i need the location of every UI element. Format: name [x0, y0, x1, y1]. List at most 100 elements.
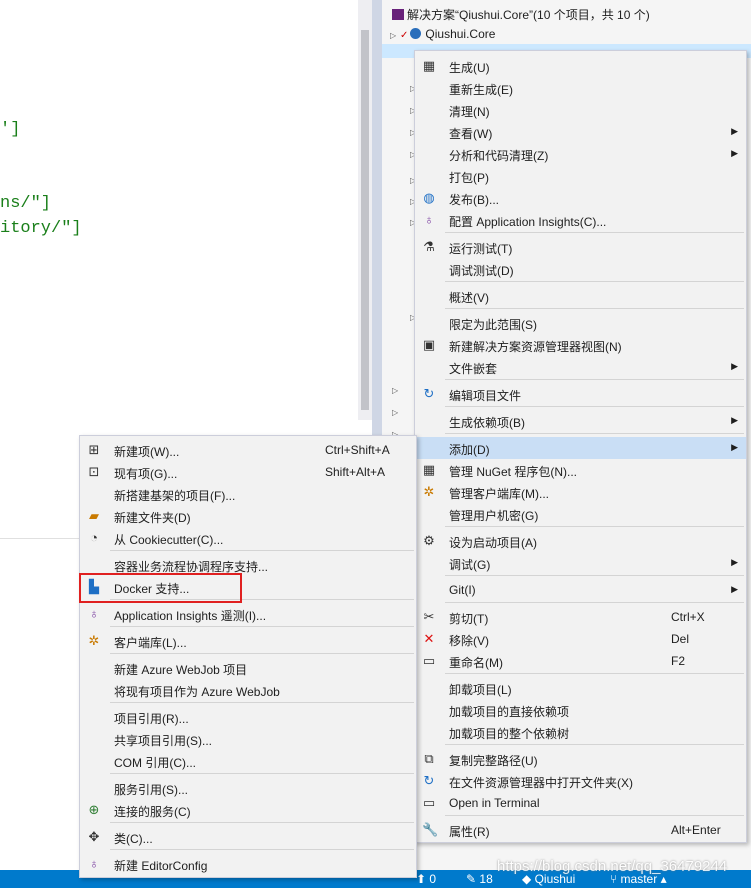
- menu-item[interactable]: 加载项目的整个依赖树: [415, 721, 746, 743]
- menu-item[interactable]: ⊞ 新建项(W)... Ctrl+Shift+A: [80, 439, 416, 461]
- menu-item[interactable]: 调试(G) ▶: [415, 552, 746, 574]
- menu-item[interactable]: 服务引用(S)...: [80, 777, 416, 799]
- menu-item-shortcut: F2: [671, 654, 686, 668]
- menu-item[interactable]: 打包(P): [415, 165, 746, 187]
- client-lib-icon: ✲: [88, 633, 100, 648]
- menu-item-label: 项目引用(R)...: [114, 712, 189, 726]
- menu-item-label: 加载项目的整个依赖树: [449, 727, 570, 741]
- menu-item-label: 属性(R): [449, 825, 490, 839]
- project-label: Qiushui.Core: [425, 27, 496, 41]
- menu-item[interactable]: ◔ 从 Cookiecutter(C)...: [80, 527, 416, 549]
- menu-item[interactable]: ⚙ 设为启动项目(A): [415, 530, 746, 552]
- editor-scrollbar[interactable]: [358, 0, 372, 420]
- edits-indicator[interactable]: ✎ 18: [466, 872, 493, 886]
- menu-item[interactable]: ▦ 管理 NuGet 程序包(N)...: [415, 459, 746, 481]
- menu-item[interactable]: 重新生成(E): [415, 77, 746, 99]
- menu-separator: [110, 773, 414, 774]
- nuget-icon: ▦: [422, 462, 436, 477]
- solution-icon: [392, 9, 404, 20]
- menu-item-label: 新搭建基架的项目(F)...: [114, 489, 236, 503]
- bulb-icon: ♁: [89, 606, 99, 621]
- menu-item[interactable]: 新搭建基架的项目(F)...: [80, 483, 416, 505]
- menu-item[interactable]: ▭ 重命名(M) F2: [415, 650, 746, 672]
- existing-item-icon: ⊡: [88, 464, 100, 479]
- menu-item[interactable]: ✕ 移除(V) Del: [415, 628, 746, 650]
- menu-item[interactable]: ⊕ 连接的服务(C): [80, 799, 416, 821]
- code-line: ']: [0, 120, 21, 139]
- menu-separator: [445, 232, 744, 233]
- menu-item-label: 运行测试(T): [449, 242, 513, 256]
- code-line: itory/"]: [0, 219, 82, 238]
- menu-item-label: 发布(B)...: [449, 193, 499, 207]
- menu-item[interactable]: 项目引用(R)...: [80, 706, 416, 728]
- menu-separator: [110, 822, 414, 823]
- expand-arrow-icon[interactable]: ▷: [392, 408, 398, 417]
- menu-item[interactable]: 文件嵌套 ▶: [415, 356, 746, 378]
- menu-separator: [110, 849, 414, 850]
- menu-item[interactable]: ▰ 新建文件夹(D): [80, 505, 416, 527]
- menu-item[interactable]: 分析和代码清理(Z) ▶: [415, 143, 746, 165]
- menu-item-label: COM 引用(C)...: [114, 756, 196, 770]
- menu-item[interactable]: 清理(N): [415, 99, 746, 121]
- menu-item-label: 查看(W): [449, 127, 493, 141]
- menu-item[interactable]: 调试测试(D): [415, 258, 746, 280]
- menu-item[interactable]: ✲ 客户端库(L)...: [80, 630, 416, 652]
- expand-arrow-icon[interactable]: ▷: [392, 386, 398, 395]
- menu-item-label: 新建 Azure WebJob 项目: [114, 663, 248, 677]
- menu-item[interactable]: 概述(V): [415, 285, 746, 307]
- menu-item[interactable]: ◍ 发布(B)...: [415, 187, 746, 209]
- menu-item-label: 生成(U): [449, 61, 490, 75]
- menu-item-label: 服务引用(S)...: [114, 783, 188, 797]
- menu-item[interactable]: ✲ 管理客户端库(M)...: [415, 481, 746, 503]
- menu-item[interactable]: ♁ Application Insights 遥测(I)...: [80, 603, 416, 625]
- menu-item[interactable]: 添加(D) ▶: [415, 437, 746, 459]
- menu-item[interactable]: ♁ 新建 EditorConfig: [80, 853, 416, 875]
- menu-item[interactable]: 共享项目引用(S)...: [80, 728, 416, 750]
- globe-icon: ◍: [423, 190, 435, 205]
- menu-item-label: 新建文件夹(D): [114, 511, 191, 525]
- menu-item[interactable]: ⊡ 现有项(G)... Shift+Alt+A: [80, 461, 416, 483]
- menu-item[interactable]: 将现有项目作为 Azure WebJob: [80, 679, 416, 701]
- menu-item[interactable]: 加载项目的直接依赖项: [415, 699, 746, 721]
- menu-item[interactable]: ✂ 剪切(T) Ctrl+X: [415, 606, 746, 628]
- menu-item[interactable]: COM 引用(C)...: [80, 750, 416, 772]
- menu-item[interactable]: 查看(W) ▶: [415, 121, 746, 143]
- expand-arrow-icon[interactable]: ▷: [390, 26, 400, 45]
- errors-indicator[interactable]: ⬆ 0: [416, 872, 436, 886]
- menu-item-label: 连接的服务(C): [114, 805, 191, 819]
- menu-item[interactable]: ▦ 生成(U): [415, 55, 746, 77]
- menu-item[interactable]: 生成依赖项(B) ▶: [415, 410, 746, 432]
- menu-item[interactable]: 🔧 属性(R) Alt+Enter: [415, 819, 746, 841]
- menu-item-label: 限定为此范围(S): [449, 318, 537, 332]
- menu-item[interactable]: ↻ 在文件资源管理器中打开文件夹(X): [415, 770, 746, 792]
- rename-icon: ▭: [422, 653, 436, 668]
- new-item-icon: ⊞: [88, 442, 100, 457]
- menu-item-shortcut: Ctrl+Shift+A: [325, 443, 390, 457]
- menu-item[interactable]: Git(I) ▶: [415, 579, 746, 601]
- new-view-icon: ▣: [422, 337, 436, 352]
- menu-item[interactable]: ⧉ 复制完整路径(U): [415, 748, 746, 770]
- submenu-arrow-icon: ▶: [731, 442, 738, 452]
- menu-separator: [445, 379, 744, 380]
- menu-item[interactable]: 管理用户机密(G): [415, 503, 746, 525]
- check-icon: ✓: [400, 30, 409, 41]
- menu-item[interactable]: 卸载项目(L): [415, 677, 746, 699]
- submenu-arrow-icon: ▶: [731, 415, 738, 425]
- project-node-core[interactable]: ▷ ✓ Qiushui.Core: [382, 25, 495, 44]
- menu-item-label: 现有项(G)...: [114, 467, 178, 481]
- menu-item[interactable]: ▭ Open in Terminal: [415, 792, 746, 814]
- menu-item[interactable]: ↻ 编辑项目文件: [415, 383, 746, 405]
- menu-item-shortcut: Alt+Enter: [671, 823, 721, 837]
- menu-item[interactable]: ▣ 新建解决方案资源管理器视图(N): [415, 334, 746, 356]
- solution-node[interactable]: 解决方案“Qiushui.Core”(10 个项目，共 10 个): [382, 6, 650, 25]
- menu-item[interactable]: ✥ 类(C)...: [80, 826, 416, 848]
- menu-item[interactable]: 限定为此范围(S): [415, 312, 746, 334]
- scissors-icon: ✂: [423, 609, 435, 624]
- menu-item-label: 调试测试(D): [449, 264, 514, 278]
- menu-item[interactable]: ⚗ 运行测试(T): [415, 236, 746, 258]
- menu-item[interactable]: 新建 Azure WebJob 项目: [80, 657, 416, 679]
- scrollbar-thumb[interactable]: [361, 30, 369, 410]
- menu-item-shortcut: Ctrl+X: [671, 610, 705, 624]
- connected-service-icon: ⊕: [88, 802, 100, 817]
- menu-item[interactable]: ♁ 配置 Application Insights(C)...: [415, 209, 746, 231]
